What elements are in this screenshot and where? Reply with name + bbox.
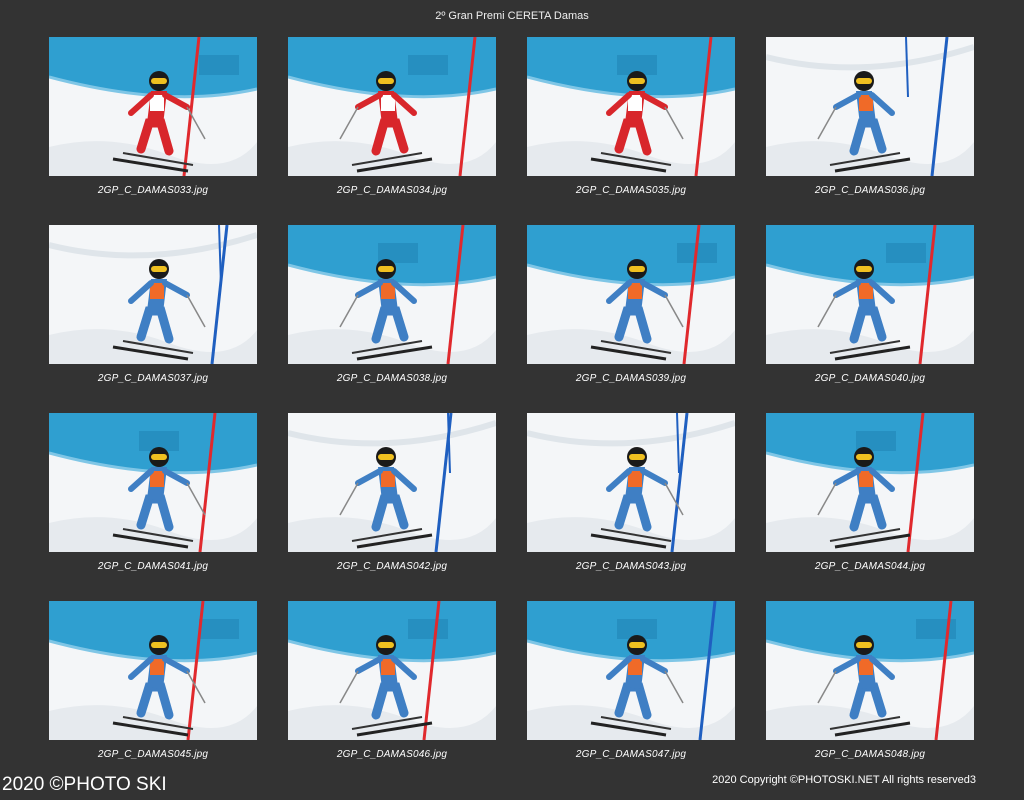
photo-thumbnail[interactable]: 2GP_C_DAMAS041.jpg xyxy=(49,413,257,601)
copyright-text: 2020 Copyright ©PHOTOSKI.NET All rights … xyxy=(712,774,970,786)
photo-filename: 2GP_C_DAMAS041.jpg xyxy=(97,561,209,572)
photo-thumbnail[interactable]: 2GP_C_DAMAS038.jpg xyxy=(288,225,496,413)
skier-photo[interactable] xyxy=(49,225,257,364)
contact-sheet-page: 2º Gran Premi CERETA Damas 2GP_C_DAMAS03… xyxy=(0,0,1024,800)
skier-photo[interactable] xyxy=(527,413,735,552)
photo-filename: 2GP_C_DAMAS039.jpg xyxy=(575,373,687,384)
photo-thumbnail[interactable]: 2GP_C_DAMAS046.jpg xyxy=(288,601,496,789)
skier-photo[interactable] xyxy=(527,225,735,364)
photo-thumbnail[interactable]: 2GP_C_DAMAS036.jpg xyxy=(766,37,974,225)
photo-thumbnail[interactable]: 2GP_C_DAMAS044.jpg xyxy=(766,413,974,601)
skier-photo[interactable] xyxy=(766,225,974,364)
skier-photo[interactable] xyxy=(49,601,257,740)
photo-thumbnail[interactable]: 2GP_C_DAMAS047.jpg xyxy=(527,601,735,789)
photo-filename: 2GP_C_DAMAS042.jpg xyxy=(336,561,448,572)
photo-filename: 2GP_C_DAMAS044.jpg xyxy=(814,561,926,572)
skier-photo[interactable] xyxy=(766,413,974,552)
photo-filename: 2GP_C_DAMAS034.jpg xyxy=(336,185,448,196)
photo-filename: 2GP_C_DAMAS037.jpg xyxy=(97,373,209,384)
page-title: 2º Gran Premi CERETA Damas xyxy=(435,10,589,22)
photo-grid: 2GP_C_DAMAS033.jpg 2GP_C_DAMAS034.jpg 2GP_… xyxy=(49,37,974,789)
photo-filename: 2GP_C_DAMAS033.jpg xyxy=(97,185,209,196)
page-number: 3 xyxy=(969,774,976,786)
photo-filename: 2GP_C_DAMAS046.jpg xyxy=(336,749,448,760)
photo-filename: 2GP_C_DAMAS035.jpg xyxy=(575,185,687,196)
photo-thumbnail[interactable]: 2GP_C_DAMAS045.jpg xyxy=(49,601,257,789)
photo-thumbnail[interactable]: 2GP_C_DAMAS033.jpg xyxy=(49,37,257,225)
photo-filename: 2GP_C_DAMAS043.jpg xyxy=(575,561,687,572)
footer-copyright: 2020 Copyright ©PHOTOSKI.NET All rights … xyxy=(712,774,976,786)
photo-thumbnail[interactable]: 2GP_C_DAMAS035.jpg xyxy=(527,37,735,225)
skier-photo[interactable] xyxy=(49,413,257,552)
skier-photo[interactable] xyxy=(766,37,974,176)
photo-thumbnail[interactable]: 2GP_C_DAMAS034.jpg xyxy=(288,37,496,225)
photo-filename: 2GP_C_DAMAS047.jpg xyxy=(575,749,687,760)
photo-filename: 2GP_C_DAMAS048.jpg xyxy=(814,749,926,760)
photo-filename: 2GP_C_DAMAS040.jpg xyxy=(814,373,926,384)
footer-watermark: 2020 ©PHOTO SKI xyxy=(2,774,167,795)
skier-photo[interactable] xyxy=(288,413,496,552)
photo-thumbnail[interactable]: 2GP_C_DAMAS042.jpg xyxy=(288,413,496,601)
skier-photo[interactable] xyxy=(527,37,735,176)
skier-photo[interactable] xyxy=(766,601,974,740)
photo-filename: 2GP_C_DAMAS038.jpg xyxy=(336,373,448,384)
photo-thumbnail[interactable]: 2GP_C_DAMAS037.jpg xyxy=(49,225,257,413)
skier-photo[interactable] xyxy=(288,225,496,364)
skier-photo[interactable] xyxy=(288,601,496,740)
photo-thumbnail[interactable]: 2GP_C_DAMAS039.jpg xyxy=(527,225,735,413)
photo-filename: 2GP_C_DAMAS045.jpg xyxy=(97,749,209,760)
skier-photo[interactable] xyxy=(49,37,257,176)
photo-thumbnail[interactable]: 2GP_C_DAMAS043.jpg xyxy=(527,413,735,601)
photo-filename: 2GP_C_DAMAS036.jpg xyxy=(814,185,926,196)
photo-thumbnail[interactable]: 2GP_C_DAMAS048.jpg xyxy=(766,601,974,789)
skier-photo[interactable] xyxy=(527,601,735,740)
photo-thumbnail[interactable]: 2GP_C_DAMAS040.jpg xyxy=(766,225,974,413)
skier-photo[interactable] xyxy=(288,37,496,176)
